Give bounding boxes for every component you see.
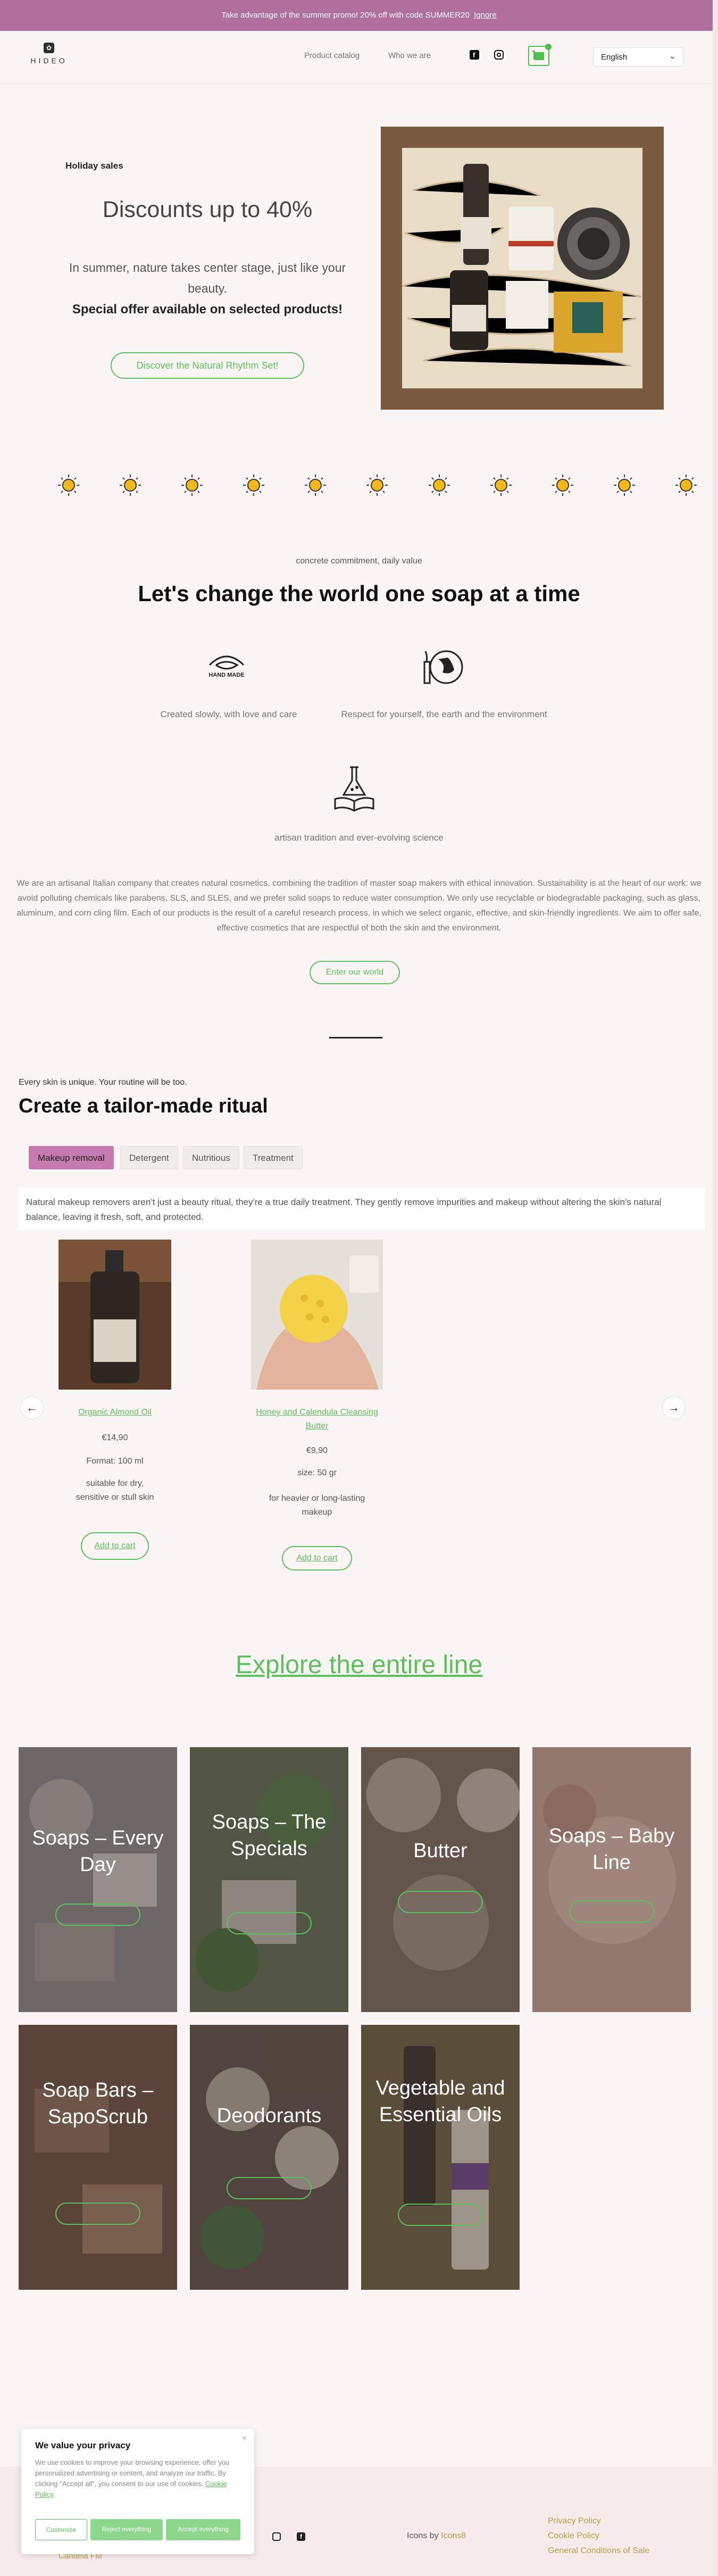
category-title: Butter — [413, 1840, 467, 1862]
hero-title: Discounts up to 40% — [102, 197, 313, 222]
tab-treatment[interactable]: Treatment — [244, 1146, 303, 1169]
category-button[interactable] — [398, 1891, 483, 1913]
category-card-oils[interactable]: Vegetable and Essential Oils — [361, 2025, 520, 2290]
feature-label-tradition: artisan tradition and ever-evolving scie… — [274, 833, 444, 843]
footer-facebook-icon[interactable]: f — [297, 2532, 305, 2541]
category-title: Soap Bars – SapoScrub — [42, 2079, 154, 2128]
footer-credits: Icons by Icons8 — [407, 2531, 466, 2541]
footer-credits-label: Icons by — [407, 2531, 439, 2540]
hero-cta-button[interactable]: Discover the Natural Rhythm Set! — [111, 352, 304, 379]
category-card-soaps-every-day[interactable]: Soaps – Every Day — [19, 1747, 177, 2012]
footer-terms-link[interactable]: General Conditions of Sale — [548, 2546, 649, 2556]
category-title: Vegetable and Essential Oils — [375, 2077, 505, 2126]
cookie-accept-button[interactable]: Accept everything — [166, 2519, 240, 2540]
cookie-text: We use cookies to improve your browsing … — [35, 2457, 237, 2500]
category-card-butter[interactable]: Butter — [361, 1747, 520, 2012]
language-select[interactable]: English ⌄ — [593, 47, 683, 67]
promo-text: Take advantage of the summer promo! 20% … — [221, 11, 470, 20]
product-name-cleansing-butter[interactable]: Honey and Calendula Cleansing Butter — [249, 1406, 385, 1433]
mission-kicker: concrete commitment, daily value — [296, 556, 422, 566]
cookie-body: We use cookies to improve your browsing … — [35, 2458, 230, 2488]
feature-label-handmade: Created slowly, with love and care — [160, 709, 297, 719]
category-title: Soaps – Every Day — [32, 1827, 164, 1876]
product-image-cleansing-butter[interactable] — [251, 1240, 383, 1390]
promo-bar: Take advantage of the summer promo! 20% … — [0, 0, 718, 31]
cookie-customize-button[interactable]: Customize — [35, 2519, 87, 2540]
flask-book-icon — [328, 762, 381, 815]
carousel-next-button[interactable]: → — [662, 1396, 686, 1419]
cart-badge — [545, 44, 552, 50]
arrow-right-icon: → — [668, 1401, 680, 1414]
add-to-cart-button-almond-oil[interactable]: Add to cart — [81, 1532, 149, 1560]
mission-title: Let's change the world one soap at a tim… — [138, 581, 580, 606]
nav-who-we-are[interactable]: Who we are — [388, 51, 431, 60]
earth-icon — [417, 641, 470, 694]
product-image-almond-oil[interactable] — [59, 1240, 171, 1390]
ritual-kicker: Every skin is unique. Your routine will … — [19, 1078, 187, 1087]
handmade-icon: HAND MADE — [200, 643, 253, 696]
promo-ignore-link[interactable]: Ignore — [474, 11, 497, 20]
category-card-soap-bars-saposcrub[interactable]: Soap Bars – SapoScrub — [19, 2025, 177, 2290]
tab-nutritious[interactable]: Nutritious — [183, 1146, 239, 1169]
category-button[interactable] — [55, 1904, 140, 1926]
arrow-left-icon: ← — [26, 1401, 38, 1414]
tab-detergent[interactable]: Detergent — [120, 1146, 178, 1169]
category-title: Soaps – Baby Line — [548, 1825, 675, 1874]
nav-product-catalog[interactable]: Product catalog — [304, 51, 360, 60]
feature-label-respect: Respect for yourself, the earth and the … — [341, 709, 547, 719]
footer-credits-link[interactable]: Icons8 — [441, 2531, 466, 2540]
product-size-almond-oil: Format: 100 ml — [86, 1457, 144, 1466]
hero-offer: Special offer available on selected prod… — [72, 302, 343, 317]
logo[interactable]: ✿ HIDEO — [30, 43, 68, 69]
cookie-banner: × We value your privacy We use cookies t… — [21, 2429, 254, 2554]
language-value: English — [601, 53, 628, 62]
close-icon[interactable]: × — [242, 2434, 247, 2444]
product-size-cleansing-butter: size: 50 gr — [297, 1468, 337, 1477]
category-button[interactable] — [227, 1912, 312, 1934]
category-button[interactable] — [398, 2204, 483, 2226]
svg-text:HAND MADE: HAND MADE — [208, 672, 244, 678]
page-scrollbar[interactable] — [713, 0, 718, 2576]
footer-privacy-link[interactable]: Privacy Policy — [548, 2516, 601, 2526]
product-note-cleansing-butter: for heavier or long-lasting makeup — [269, 1494, 365, 1517]
product-note-almond-oil: suitable for dry, sensitive or stull ski… — [76, 1479, 154, 1502]
category-button[interactable] — [55, 2203, 140, 2225]
chevron-down-icon: ⌄ — [669, 52, 675, 60]
cookie-reject-button[interactable]: Reject everything — [90, 2519, 163, 2540]
facebook-icon[interactable]: f — [470, 50, 479, 60]
logo-mark-icon: ✿ — [44, 43, 54, 53]
instagram-icon[interactable] — [494, 50, 504, 60]
product-name-almond-oil[interactable]: Organic Almond Oil — [56, 1406, 173, 1419]
explore-line-link[interactable]: Explore the entire line — [0, 1650, 718, 1680]
svg-text:f: f — [473, 51, 475, 59]
about-paragraph: We are an artisanal Italian company that… — [16, 879, 702, 933]
footer-instagram-icon[interactable] — [272, 2532, 281, 2541]
category-button[interactable] — [569, 1900, 654, 1923]
category-card-soaps-baby-line[interactable]: Soaps – Baby Line — [532, 1747, 691, 2012]
hero-kicker: Holiday sales — [65, 161, 123, 171]
category-card-soaps-specials[interactable]: Soaps – The Specials — [190, 1747, 348, 2012]
category-title: Soaps – The Specials — [212, 1811, 327, 1860]
category-button[interactable] — [227, 2177, 312, 2199]
footer-cookie-link[interactable]: Cookie Policy — [548, 2531, 599, 2541]
hero-product-image — [381, 127, 664, 410]
ritual-title: Create a tailor-made ritual — [19, 1095, 268, 1117]
ritual-description: Natural makeup removers aren't just a be… — [19, 1187, 705, 1230]
category-card-deodorants[interactable]: Deodorants — [190, 2025, 348, 2290]
logo-word: HIDEO — [30, 56, 68, 65]
product-price-cleansing-butter: €9,90 — [306, 1446, 328, 1455]
add-to-cart-button-cleansing-butter[interactable]: Add to cart — [282, 1546, 352, 1570]
sun-icons — [57, 474, 697, 496]
tab-makeup-removal[interactable]: Makeup removal — [29, 1146, 114, 1169]
category-title: Deodorants — [216, 2105, 322, 2127]
cookie-title: We value your privacy — [35, 2440, 131, 2450]
enter-world-button[interactable]: Enter our world — [310, 961, 400, 984]
sun-strip — [0, 469, 718, 501]
carousel-prev-button[interactable]: ← — [20, 1396, 44, 1419]
hero-subtitle: In summer, nature takes center stage, ju… — [69, 261, 346, 295]
section-divider — [329, 1037, 382, 1038]
product-price-almond-oil: €14,90 — [102, 1433, 128, 1442]
